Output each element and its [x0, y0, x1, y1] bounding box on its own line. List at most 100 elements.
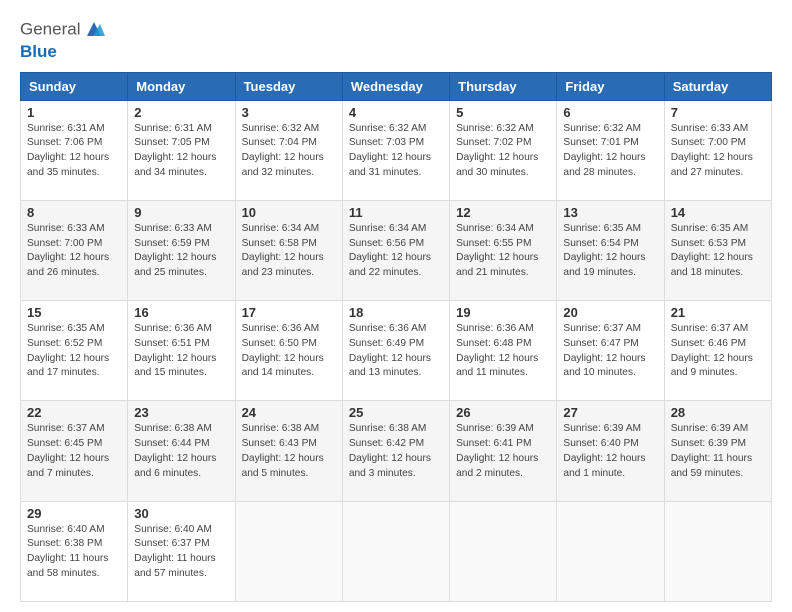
day-info: Sunrise: 6:38 AMSunset: 6:43 PMDaylight:…	[242, 422, 336, 481]
day-info: Sunrise: 6:36 AMSunset: 6:48 PMDaylight:…	[456, 322, 550, 381]
day-info: Sunrise: 6:40 AMSunset: 6:37 PMDaylight:…	[134, 523, 228, 582]
day-number: 30	[134, 506, 228, 521]
day-info: Sunrise: 6:35 AMSunset: 6:52 PMDaylight:…	[27, 322, 121, 381]
week-row-3: 15 Sunrise: 6:35 AMSunset: 6:52 PMDayligh…	[21, 301, 772, 401]
day-cell: 28 Sunrise: 6:39 AMSunset: 6:39 PMDayligh…	[664, 401, 771, 501]
header: General Blue	[20, 18, 772, 62]
day-number: 21	[671, 305, 765, 320]
day-number: 17	[242, 305, 336, 320]
logo-general: General	[20, 19, 80, 38]
day-info: Sunrise: 6:36 AMSunset: 6:50 PMDaylight:…	[242, 322, 336, 381]
day-info: Sunrise: 6:33 AMSunset: 6:59 PMDaylight:…	[134, 222, 228, 281]
day-info: Sunrise: 6:39 AMSunset: 6:40 PMDaylight:…	[563, 422, 657, 481]
day-cell: 25 Sunrise: 6:38 AMSunset: 6:42 PMDayligh…	[342, 401, 449, 501]
page: General Blue SundayMondayTuesdayWednesda…	[0, 0, 792, 612]
day-number: 13	[563, 205, 657, 220]
day-info: Sunrise: 6:38 AMSunset: 6:42 PMDaylight:…	[349, 422, 443, 481]
day-cell: 15 Sunrise: 6:35 AMSunset: 6:52 PMDayligh…	[21, 301, 128, 401]
day-cell: 13 Sunrise: 6:35 AMSunset: 6:54 PMDayligh…	[557, 200, 664, 300]
day-info: Sunrise: 6:32 AMSunset: 7:04 PMDaylight:…	[242, 122, 336, 181]
day-info: Sunrise: 6:35 AMSunset: 6:54 PMDaylight:…	[563, 222, 657, 281]
logo-icon	[83, 18, 105, 40]
week-row-5: 29Sunrise: 6:40 AMSunset: 6:38 PMDayligh…	[21, 501, 772, 601]
day-info: Sunrise: 6:36 AMSunset: 6:49 PMDaylight:…	[349, 322, 443, 381]
weekday-saturday: Saturday	[664, 72, 771, 100]
weekday-friday: Friday	[557, 72, 664, 100]
day-number: 3	[242, 105, 336, 120]
day-cell: 14Sunrise: 6:35 AMSunset: 6:53 PMDayligh…	[664, 200, 771, 300]
day-cell	[557, 501, 664, 601]
day-number: 27	[563, 405, 657, 420]
day-info: Sunrise: 6:37 AMSunset: 6:46 PMDaylight:…	[671, 322, 765, 381]
day-info: Sunrise: 6:34 AMSunset: 6:56 PMDaylight:…	[349, 222, 443, 281]
day-number: 7	[671, 105, 765, 120]
day-cell: 16 Sunrise: 6:36 AMSunset: 6:51 PMDayligh…	[128, 301, 235, 401]
day-cell: 3 Sunrise: 6:32 AMSunset: 7:04 PMDaylight…	[235, 100, 342, 200]
day-cell: 22 Sunrise: 6:37 AMSunset: 6:45 PMDayligh…	[21, 401, 128, 501]
day-cell: 7 Sunrise: 6:33 AMSunset: 7:00 PMDaylight…	[664, 100, 771, 200]
weekday-sunday: Sunday	[21, 72, 128, 100]
day-number: 28	[671, 405, 765, 420]
logo-blue: Blue	[20, 42, 105, 62]
day-info: Sunrise: 6:33 AMSunset: 7:00 PMDaylight:…	[671, 122, 765, 181]
day-info: Sunrise: 6:32 AMSunset: 7:01 PMDaylight:…	[563, 122, 657, 181]
calendar-table: SundayMondayTuesdayWednesdayThursdayFrid…	[20, 72, 772, 602]
day-info: Sunrise: 6:34 AMSunset: 6:58 PMDaylight:…	[242, 222, 336, 281]
weekday-thursday: Thursday	[450, 72, 557, 100]
day-number: 25	[349, 405, 443, 420]
day-cell: 24 Sunrise: 6:38 AMSunset: 6:43 PMDayligh…	[235, 401, 342, 501]
week-row-4: 22 Sunrise: 6:37 AMSunset: 6:45 PMDayligh…	[21, 401, 772, 501]
day-info: Sunrise: 6:31 AMSunset: 7:05 PMDaylight:…	[134, 122, 228, 181]
day-info: Sunrise: 6:37 AMSunset: 6:45 PMDaylight:…	[27, 422, 121, 481]
day-cell: 20Sunrise: 6:37 AMSunset: 6:47 PMDayligh…	[557, 301, 664, 401]
day-cell: 5 Sunrise: 6:32 AMSunset: 7:02 PMDaylight…	[450, 100, 557, 200]
day-cell: 27 Sunrise: 6:39 AMSunset: 6:40 PMDayligh…	[557, 401, 664, 501]
day-number: 1	[27, 105, 121, 120]
day-cell: 21 Sunrise: 6:37 AMSunset: 6:46 PMDayligh…	[664, 301, 771, 401]
day-number: 5	[456, 105, 550, 120]
day-number: 23	[134, 405, 228, 420]
weekday-wednesday: Wednesday	[342, 72, 449, 100]
day-number: 19	[456, 305, 550, 320]
day-number: 24	[242, 405, 336, 420]
day-cell: 6 Sunrise: 6:32 AMSunset: 7:01 PMDaylight…	[557, 100, 664, 200]
day-cell: 23Sunrise: 6:38 AMSunset: 6:44 PMDayligh…	[128, 401, 235, 501]
day-cell: 12 Sunrise: 6:34 AMSunset: 6:55 PMDayligh…	[450, 200, 557, 300]
week-row-1: 1Sunrise: 6:31 AMSunset: 7:06 PMDaylight…	[21, 100, 772, 200]
day-cell: 18 Sunrise: 6:36 AMSunset: 6:49 PMDayligh…	[342, 301, 449, 401]
day-info: Sunrise: 6:32 AMSunset: 7:02 PMDaylight:…	[456, 122, 550, 181]
day-cell	[664, 501, 771, 601]
logo: General Blue	[20, 18, 105, 62]
day-number: 16	[134, 305, 228, 320]
day-number: 12	[456, 205, 550, 220]
day-info: Sunrise: 6:34 AMSunset: 6:55 PMDaylight:…	[456, 222, 550, 281]
day-cell: 29Sunrise: 6:40 AMSunset: 6:38 PMDayligh…	[21, 501, 128, 601]
day-number: 8	[27, 205, 121, 220]
week-row-2: 8 Sunrise: 6:33 AMSunset: 7:00 PMDaylight…	[21, 200, 772, 300]
day-cell: 19 Sunrise: 6:36 AMSunset: 6:48 PMDayligh…	[450, 301, 557, 401]
day-cell: 1Sunrise: 6:31 AMSunset: 7:06 PMDaylight…	[21, 100, 128, 200]
day-info: Sunrise: 6:39 AMSunset: 6:39 PMDaylight:…	[671, 422, 765, 481]
day-cell: 11 Sunrise: 6:34 AMSunset: 6:56 PMDayligh…	[342, 200, 449, 300]
logo-text: General Blue	[20, 18, 105, 62]
weekday-monday: Monday	[128, 72, 235, 100]
day-info: Sunrise: 6:33 AMSunset: 7:00 PMDaylight:…	[27, 222, 121, 281]
day-number: 18	[349, 305, 443, 320]
weekday-tuesday: Tuesday	[235, 72, 342, 100]
day-number: 10	[242, 205, 336, 220]
day-cell: 9Sunrise: 6:33 AMSunset: 6:59 PMDaylight…	[128, 200, 235, 300]
day-number: 15	[27, 305, 121, 320]
day-cell: 4Sunrise: 6:32 AMSunset: 7:03 PMDaylight…	[342, 100, 449, 200]
day-number: 20	[563, 305, 657, 320]
day-number: 22	[27, 405, 121, 420]
weekday-header-row: SundayMondayTuesdayWednesdayThursdayFrid…	[21, 72, 772, 100]
day-cell	[450, 501, 557, 601]
day-info: Sunrise: 6:36 AMSunset: 6:51 PMDaylight:…	[134, 322, 228, 381]
day-number: 11	[349, 205, 443, 220]
day-cell: 26Sunrise: 6:39 AMSunset: 6:41 PMDayligh…	[450, 401, 557, 501]
day-cell: 8 Sunrise: 6:33 AMSunset: 7:00 PMDaylight…	[21, 200, 128, 300]
day-number: 6	[563, 105, 657, 120]
day-info: Sunrise: 6:35 AMSunset: 6:53 PMDaylight:…	[671, 222, 765, 281]
day-cell	[342, 501, 449, 601]
day-number: 26	[456, 405, 550, 420]
